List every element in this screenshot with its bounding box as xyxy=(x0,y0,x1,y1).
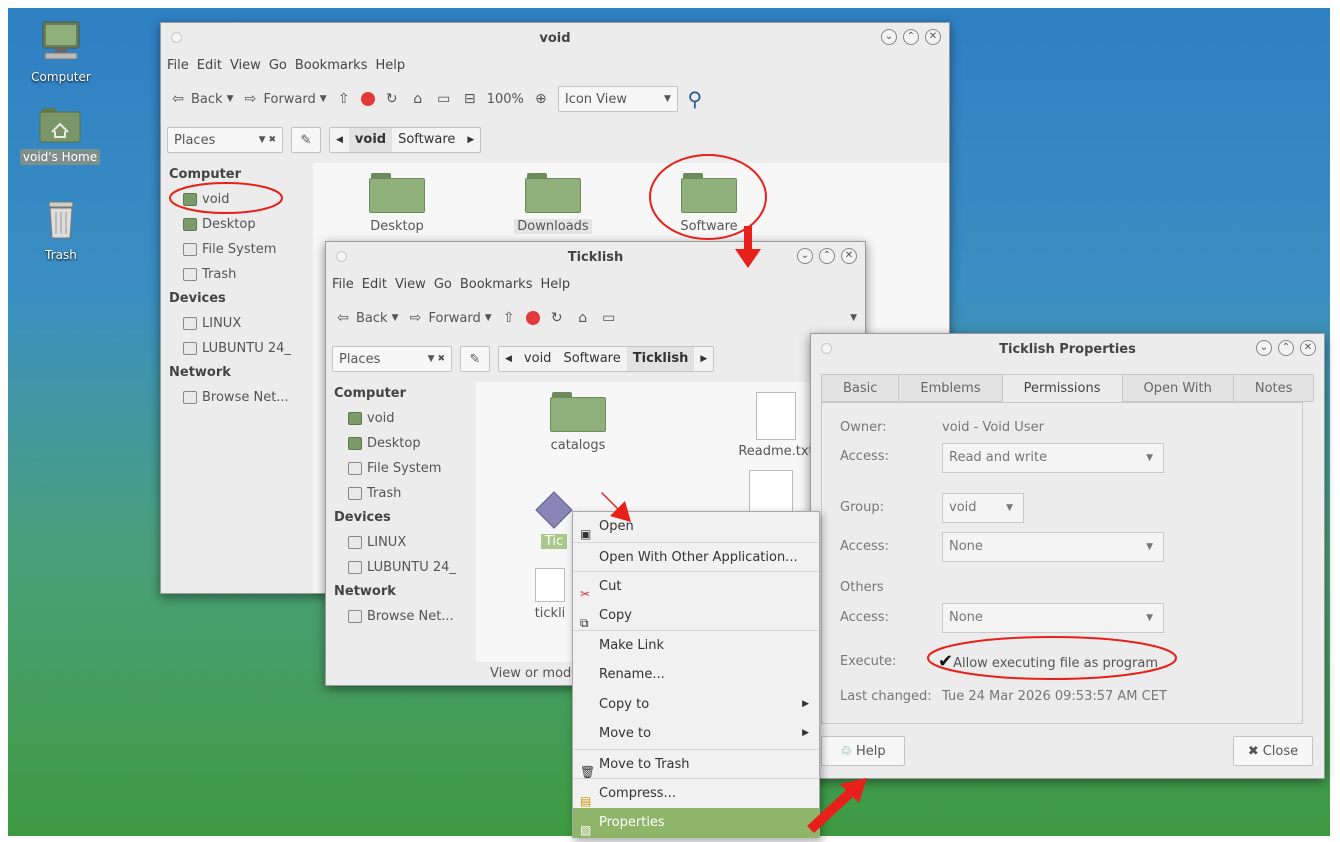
highlight-ellipse-execute xyxy=(927,636,1177,680)
red-arrow-icon xyxy=(807,778,867,833)
highlight-ellipse-void xyxy=(169,182,283,214)
annotation-overlay xyxy=(169,154,1177,833)
red-arrow-icon xyxy=(601,492,631,522)
